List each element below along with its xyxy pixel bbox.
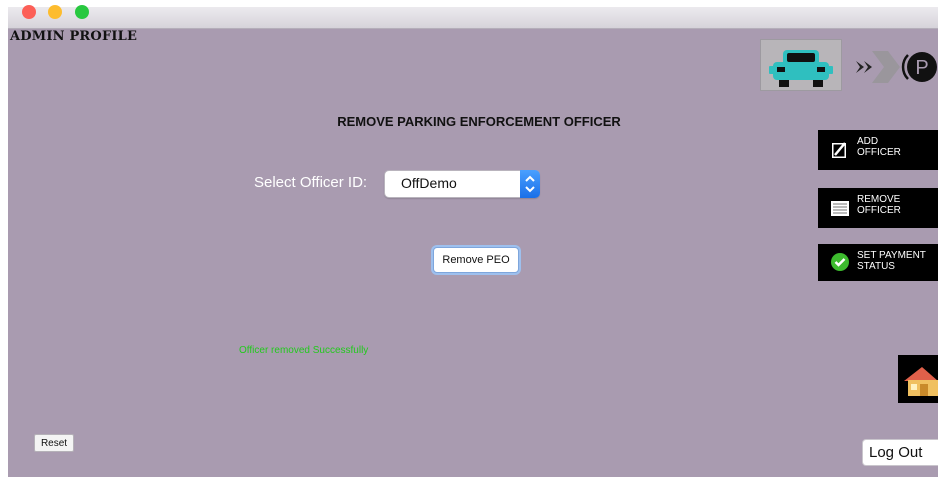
page-heading: REMOVE PARKING ENFORCEMENT OFFICER [8, 114, 930, 129]
selected-officer-value: OffDemo [401, 175, 457, 191]
add-officer-button[interactable]: ADD OFFICER [818, 130, 938, 170]
double-chevron-icon [856, 51, 900, 83]
officer-id-select[interactable]: OffDemo [384, 170, 540, 198]
parking-icon: P [901, 52, 937, 82]
car-icon [769, 50, 833, 87]
home-icon [904, 367, 938, 396]
select-stepper[interactable] [520, 170, 540, 198]
admin-content-panel: ADMIN PROFILE P REMOVE PARKING ENFORCEME… [8, 29, 938, 477]
app-logo: P [760, 39, 938, 91]
add-officer-label: ADD OFFICER [857, 136, 901, 158]
select-officer-label: Select Officer ID: [254, 174, 368, 191]
set-payment-status-button[interactable]: SET PAYMENT STATUS [818, 244, 938, 281]
list-icon [831, 201, 849, 216]
set-payment-status-label: SET PAYMENT STATUS [857, 250, 926, 272]
edit-icon [832, 142, 846, 158]
home-button[interactable] [898, 355, 938, 403]
reset-button[interactable]: Reset [34, 434, 74, 452]
chevron-up-down-icon [525, 175, 535, 193]
window-titlebar [8, 5, 938, 29]
log-out-button[interactable]: Log Out [862, 439, 938, 466]
car-logo-box [760, 39, 842, 91]
remove-officer-label: REMOVE OFFICER [857, 194, 901, 216]
check-circle-icon [831, 253, 849, 271]
window-close-button[interactable] [22, 5, 36, 19]
window-maximize-button[interactable] [75, 5, 89, 19]
parking-letter: P [915, 57, 928, 79]
page-heading-text: REMOVE PARKING ENFORCEMENT OFFICER [337, 114, 621, 129]
remove-peo-button[interactable]: Remove PEO [433, 247, 519, 273]
remove-officer-button[interactable]: REMOVE OFFICER [818, 188, 938, 228]
status-message: Officer removed Successfully [239, 345, 369, 356]
window-minimize-button[interactable] [48, 5, 62, 19]
admin-profile-title: ADMIN PROFILE [10, 29, 138, 44]
